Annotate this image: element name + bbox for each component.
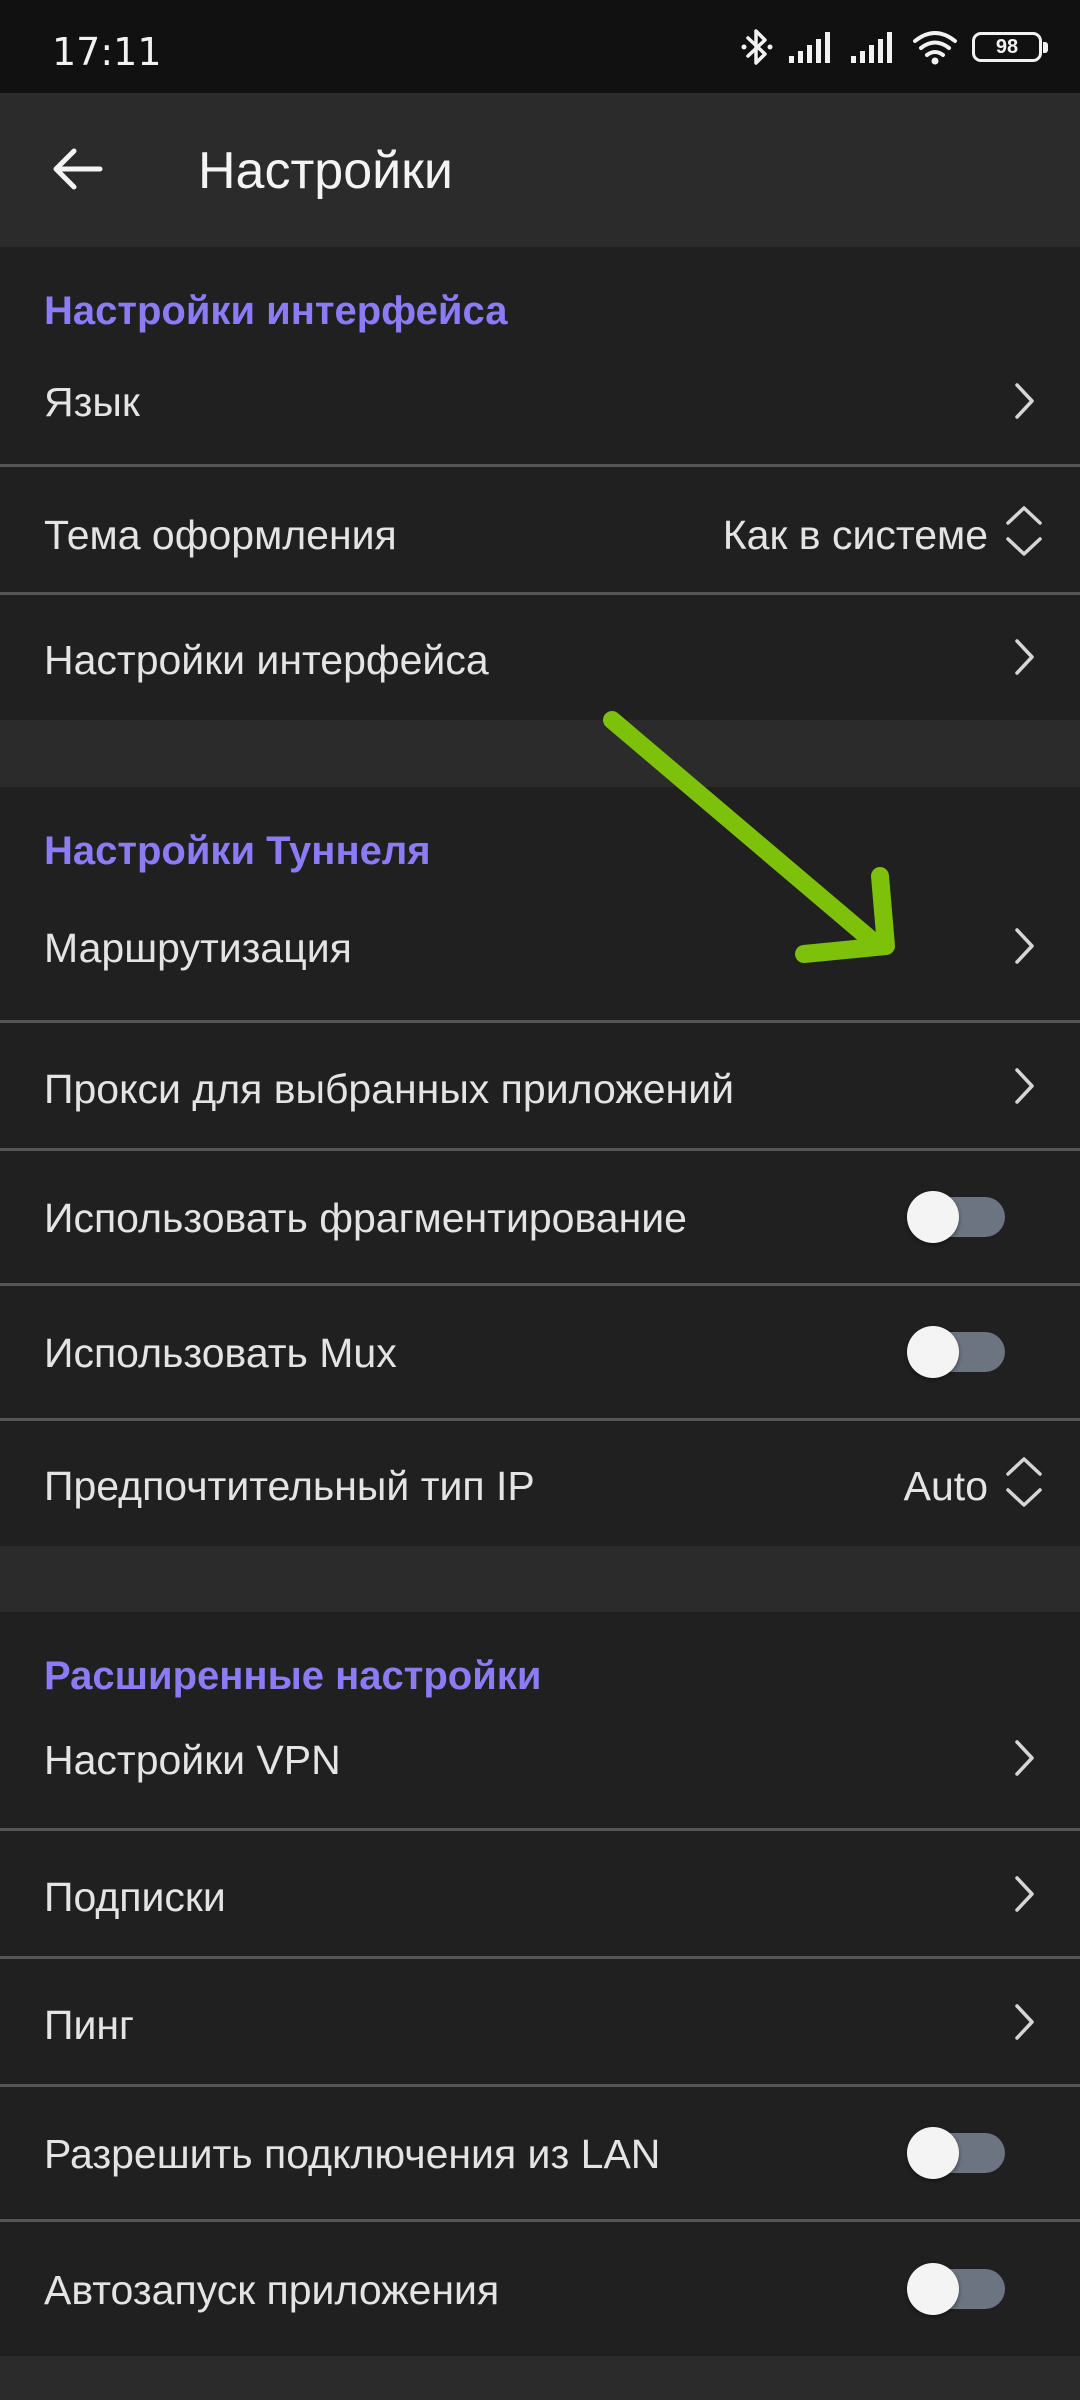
settings-row-interface-settings[interactable]: Настройки интерфейса xyxy=(0,595,1080,720)
chevron-right-icon xyxy=(1004,1866,1044,1922)
settings-row-per-app-proxy[interactable]: Прокси для выбранных приложений xyxy=(0,1023,1080,1148)
chevron-up-down-icon xyxy=(1004,503,1044,559)
settings-row-fragmentation[interactable]: Использовать фрагментирование xyxy=(0,1151,1080,1283)
ip-type-value: Auto xyxy=(903,1463,988,1509)
toggle-knob xyxy=(907,2263,959,2315)
row-label: Прокси для выбранных приложений xyxy=(44,1066,734,1112)
row-label: Тема оформления xyxy=(44,512,397,558)
fragmentation-toggle[interactable] xyxy=(907,1191,1005,1243)
settings-screen: 17:11 98 Настройки Настройки интерфейса … xyxy=(0,0,1080,2400)
toggle-knob xyxy=(907,1326,959,1378)
row-label: Разрешить подключения из LAN xyxy=(44,2131,661,2177)
row-label: Использовать фрагментирование xyxy=(44,1195,687,1241)
chevron-right-icon xyxy=(1004,1058,1044,1114)
signal-icon xyxy=(850,30,898,64)
settings-row-routing[interactable]: Маршрутизация xyxy=(0,887,1080,1008)
arrow-left-icon xyxy=(53,148,103,190)
section-title-advanced: Расширенные настройки xyxy=(44,1654,542,1698)
mux-toggle[interactable] xyxy=(907,1326,1005,1378)
section-interface: Настройки интерфейса Язык Тема оформлени… xyxy=(0,247,1080,720)
settings-row-ping[interactable]: Пинг xyxy=(0,1959,1080,2084)
signal-icon xyxy=(788,30,836,64)
settings-row-ip-type[interactable]: Предпочтительный тип IP Auto xyxy=(0,1421,1080,1546)
autostart-toggle[interactable] xyxy=(907,2263,1005,2315)
chevron-up-down-icon xyxy=(1004,1454,1044,1510)
allow-lan-toggle[interactable] xyxy=(907,2127,1005,2179)
row-label: Подписки xyxy=(44,1874,226,1920)
chevron-right-icon xyxy=(1004,1730,1044,1786)
status-icons: 98 xyxy=(740,24,1048,70)
row-label: Настройки интерфейса xyxy=(44,637,489,683)
bluetooth-icon xyxy=(740,27,774,67)
chevron-right-icon xyxy=(1004,918,1044,974)
settings-row-vpn-settings[interactable]: Настройки VPN xyxy=(0,1704,1080,1820)
row-label: Маршрутизация xyxy=(44,925,352,971)
row-label: Использовать Mux xyxy=(44,1330,397,1376)
section-advanced: Расширенные настройки Настройки VPN Подп… xyxy=(0,1612,1080,2356)
battery-icon: 98 xyxy=(972,32,1048,62)
settings-row-theme[interactable]: Тема оформления Как в системе xyxy=(0,467,1080,592)
page-title: Настройки xyxy=(198,142,453,200)
settings-row-subscriptions[interactable]: Подписки xyxy=(0,1831,1080,1956)
row-label: Автозапуск приложения xyxy=(44,2267,500,2313)
chevron-right-icon xyxy=(1004,373,1044,429)
status-time: 17:11 xyxy=(52,30,162,74)
toggle-knob xyxy=(907,1191,959,1243)
chevron-right-icon xyxy=(1004,1994,1044,2050)
settings-row-allow-lan[interactable]: Разрешить подключения из LAN xyxy=(0,2087,1080,2219)
row-label: Пинг xyxy=(44,2002,134,2048)
section-tunnel: Настройки Туннеля Маршрутизация Прокси д… xyxy=(0,787,1080,1546)
toggle-knob xyxy=(907,2127,959,2179)
settings-row-language[interactable]: Язык xyxy=(0,339,1080,467)
wifi-icon xyxy=(912,29,958,65)
theme-value: Как в системе xyxy=(722,512,988,558)
row-label: Настройки VPN xyxy=(44,1737,341,1783)
status-bar: 17:11 98 xyxy=(0,0,1080,93)
battery-level: 98 xyxy=(995,36,1019,58)
settings-row-autostart[interactable]: Автозапуск приложения xyxy=(0,2222,1080,2356)
row-label: Предпочтительный тип IP xyxy=(44,1463,535,1509)
section-title-tunnel: Настройки Туннеля xyxy=(44,829,431,873)
back-button[interactable] xyxy=(38,129,118,209)
chevron-right-icon xyxy=(1004,629,1044,685)
row-label: Язык xyxy=(44,379,140,425)
settings-row-mux[interactable]: Использовать Mux xyxy=(0,1286,1080,1418)
section-title-interface: Настройки интерфейса xyxy=(44,289,508,333)
app-bar: Настройки xyxy=(0,93,1080,247)
